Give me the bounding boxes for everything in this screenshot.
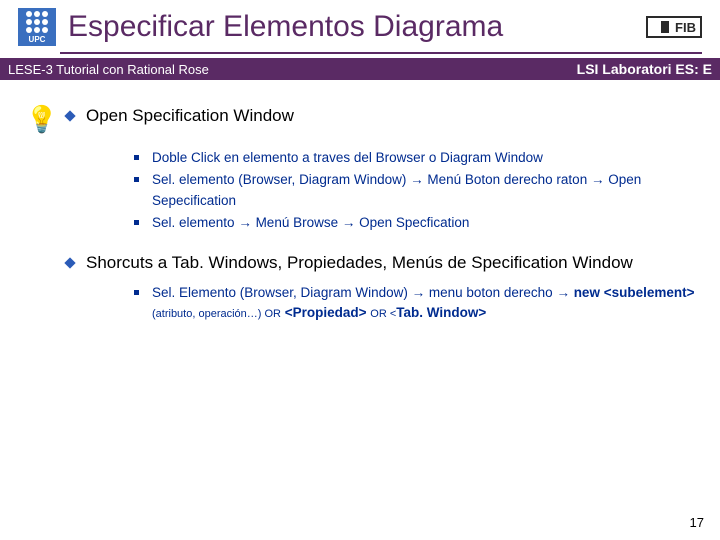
diamond-bullet-icon [64,110,75,121]
list-item: Doble Click en elemento a traves del Bro… [134,148,696,168]
list-item: Sel. elemento → Menú Browse → Open Specf… [134,213,696,233]
sublist-1: Doble Click en elemento a traves del Bro… [134,148,696,233]
bullet-2-text: Shorcuts a Tab. Windows, Propiedades, Me… [86,253,633,273]
list-item: Sel. elemento (Browser, Diagram Window) … [134,170,696,211]
bullet-row-1: 💡 Open Specification Window [24,106,696,138]
sub-header-right: LSI Laboratori ES: E [577,61,712,77]
upc-logo: UPC [18,8,56,46]
sub-header-left: LESE-3 Tutorial con Rational Rose [8,62,209,77]
title-underline [60,52,702,54]
diamond-bullet-icon [64,257,75,268]
sub-header-bar: LESE-3 Tutorial con Rational Rose LSI La… [0,58,720,80]
sublist-2: Sel. Elemento (Browser, Diagram Window) … [134,283,696,324]
upc-logo-text: UPC [29,35,46,44]
slide-body: 💡 Open Specification Window Doble Click … [0,80,720,324]
list-item: Sel. Elemento (Browser, Diagram Window) … [134,283,696,324]
fib-logo-text: FIB [675,20,696,35]
page-number: 17 [690,515,704,530]
fib-logo: FIB [646,16,702,38]
bullet-row-2: Shorcuts a Tab. Windows, Propiedades, Me… [24,253,696,273]
bullet-1-text: Open Specification Window [86,106,294,126]
lightbulb-icon: 💡 [24,106,60,138]
slide-header: UPC Especificar Elementos Diagrama FIB [0,0,720,50]
slide-title: Especificar Elementos Diagrama [68,10,646,44]
